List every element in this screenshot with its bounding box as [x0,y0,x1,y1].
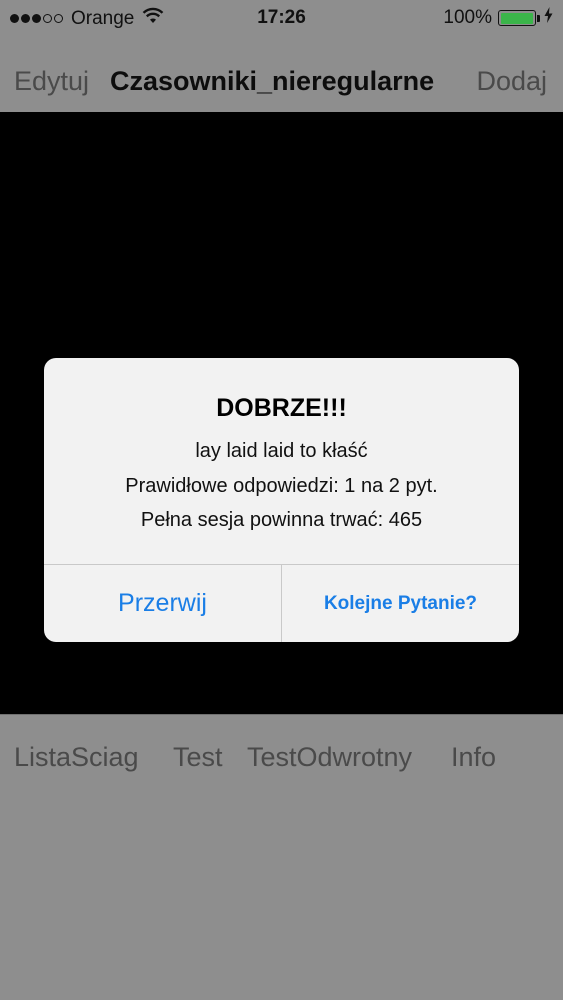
status-right: 100% [443,7,553,29]
next-question-button[interactable]: Kolejne Pytanie? [282,565,519,642]
alert-message-line-2: Prawidłowe odpowiedzi: 1 na 2 pyt. [125,475,438,497]
edit-button[interactable]: Edytuj [14,66,89,97]
alert-dialog: DOBRZE!!! lay laid laid to kłaść Prawidł… [44,358,519,642]
charging-icon [544,7,553,29]
tab-test-odwrotny[interactable]: TestOdwrotny [247,742,412,773]
tab-bar: ListaSciag Test TestOdwrotny Info [0,738,563,778]
status-bar: Orange 17:26 100% [0,0,563,38]
content-divider [0,714,563,715]
app-screen: Orange 17:26 100% Edytuj Czasowniki_nier… [0,0,563,1000]
tab-info[interactable]: Info [451,742,496,773]
navigation-bar: Edytuj Czasowniki_nieregularne Dodaj [0,38,563,112]
battery-tip [537,14,540,22]
cancel-button[interactable]: Przerwij [44,565,281,642]
battery-fill [500,12,533,24]
nav-title: Czasowniki_nieregularne [110,66,435,96]
battery-icon [498,10,536,26]
alert-title: DOBRZE!!! [216,394,347,422]
tab-test[interactable]: Test [173,742,223,773]
alert-message-line-1: lay laid laid to kłaść [195,440,368,462]
alert-message-line-3: Pełna sesja powinna trwać: 465 [140,509,423,531]
tab-lista-sciag[interactable]: ListaSciag [14,742,139,773]
battery-percent: 100% [443,7,492,28]
add-button[interactable]: Dodaj [476,66,547,97]
